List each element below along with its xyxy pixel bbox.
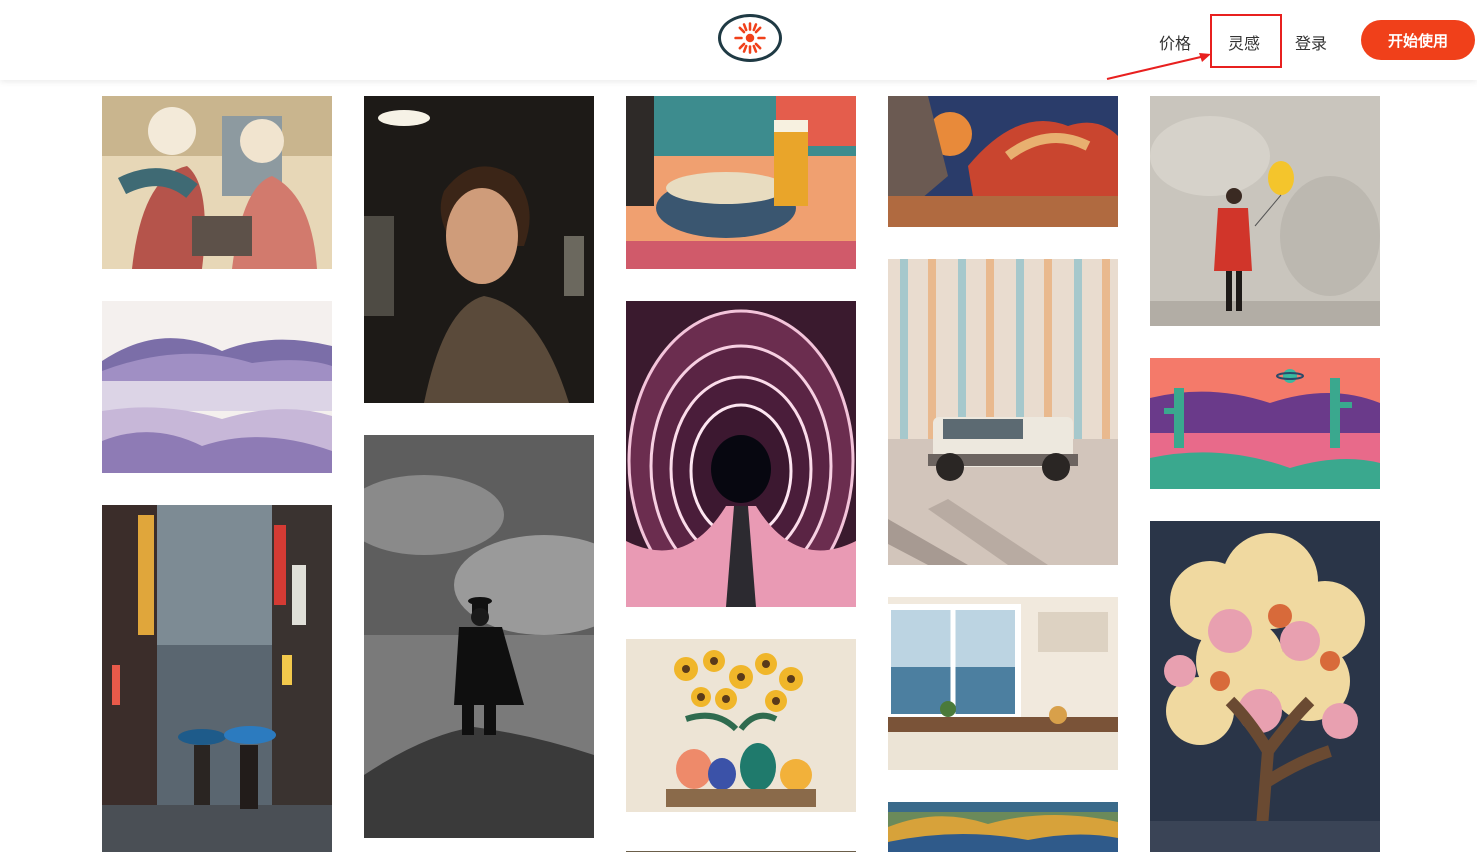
gallery-image-partial-bottom[interactable]: [626, 844, 856, 852]
gallery-image-great-wall-landscape[interactable]: [888, 802, 1118, 852]
nav-login-link[interactable]: 登录: [1295, 30, 1327, 54]
gallery-image-vintage-suv-striped-wall[interactable]: [888, 259, 1118, 565]
gallery-image-neon-tunnel[interactable]: [626, 301, 856, 607]
gallery-image-man-on-hill-bw[interactable]: [364, 435, 594, 838]
annotation-arrow-icon: [1106, 53, 1211, 80]
gallery-image-woman-portrait[interactable]: [364, 96, 594, 403]
gallery-image-desert-planet-painting[interactable]: [888, 96, 1118, 227]
annotation-highlight-box: [1210, 14, 1282, 68]
gallery-image-tokyo-rainy-street[interactable]: [102, 505, 332, 852]
logo[interactable]: [718, 14, 782, 62]
sun-logo-icon: [734, 22, 766, 54]
gallery-image-retro-alien-desert[interactable]: [1150, 358, 1380, 489]
gallery-image-ramen-beer-popart[interactable]: [626, 96, 856, 269]
gallery-image-kitchen-ocean-view[interactable]: [888, 597, 1118, 770]
gallery-image-blossom-tree-night[interactable]: [1150, 521, 1380, 852]
gallery-image-sunflowers-vases[interactable]: [626, 639, 856, 812]
gallery-image-watercolor-mountain-lake[interactable]: [102, 301, 332, 473]
gallery-image-woman-yellow-balloon[interactable]: [1150, 96, 1380, 326]
gallery-image-comic-elderly-women[interactable]: [102, 96, 332, 269]
get-started-button[interactable]: 开始使用: [1361, 20, 1475, 60]
